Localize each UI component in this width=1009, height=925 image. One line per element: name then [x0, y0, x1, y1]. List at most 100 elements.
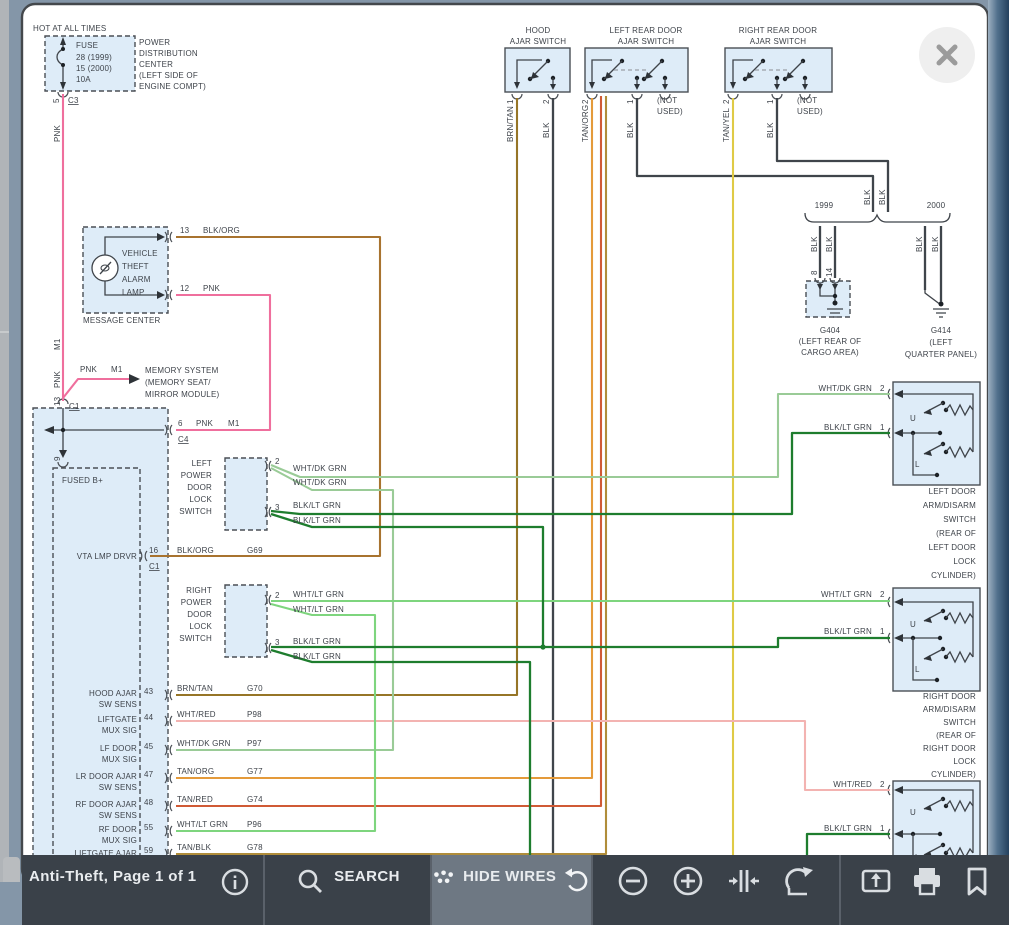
- svg-text:(MEMORY SEAT/: (MEMORY SEAT/: [145, 378, 211, 387]
- svg-text:DOOR: DOOR: [187, 483, 212, 492]
- svg-text:(NOT: (NOT: [797, 96, 817, 105]
- svg-text:1: 1: [506, 99, 515, 104]
- svg-text:BLK: BLK: [915, 236, 924, 252]
- svg-text:G70: G70: [247, 684, 263, 693]
- svg-text:BLK: BLK: [863, 189, 872, 205]
- svg-text:PNK: PNK: [53, 370, 62, 388]
- svg-text:U: U: [910, 620, 916, 629]
- svg-text:15 (2000): 15 (2000): [76, 64, 112, 73]
- svg-text:43: 43: [144, 687, 154, 696]
- zoom-out-icon[interactable]: [617, 864, 649, 898]
- svg-text:G414: G414: [931, 326, 952, 335]
- svg-text:TAN/BLK: TAN/BLK: [177, 843, 212, 852]
- zoom-controls: [593, 855, 839, 925]
- svg-text:C1: C1: [69, 402, 80, 411]
- svg-text:VEHICLE: VEHICLE: [122, 249, 158, 258]
- svg-text:RF DOOR AJAR: RF DOOR AJAR: [75, 800, 137, 809]
- svg-text:BLK/LT GRN: BLK/LT GRN: [293, 516, 341, 525]
- svg-text:16: 16: [149, 546, 159, 555]
- page-info-button[interactable]: Anti-Theft, Page 1 of 1: [22, 855, 263, 925]
- svg-text:(LEFT REAR OF: (LEFT REAR OF: [799, 337, 861, 346]
- wiring-diagram-viewer: { "toolbar": { "title": "Anti-Theft, Pag…: [0, 0, 1009, 882]
- svg-text:MUX SIG: MUX SIG: [102, 755, 137, 764]
- right-rear-door-ajar-switch: [725, 48, 832, 99]
- svg-text:PNK: PNK: [53, 124, 62, 142]
- page-title: Anti-Theft, Page 1 of 1: [29, 868, 197, 885]
- svg-text:RF DOOR: RF DOOR: [99, 825, 137, 834]
- svg-text:WHT/DK GRN: WHT/DK GRN: [818, 384, 872, 393]
- svg-text:1: 1: [880, 423, 885, 432]
- svg-text:SW SENS: SW SENS: [99, 700, 137, 709]
- bookmark-icon[interactable]: [962, 864, 992, 898]
- svg-text:WHT/LT GRN: WHT/LT GRN: [821, 590, 872, 599]
- search-button[interactable]: SEARCH: [265, 855, 430, 925]
- svg-text:LR DOOR AJAR: LR DOOR AJAR: [76, 772, 137, 781]
- svg-text:WHT/DK GRN: WHT/DK GRN: [293, 478, 347, 487]
- svg-text:BLK/ORG: BLK/ORG: [203, 226, 240, 235]
- svg-text:WHT/LT GRN: WHT/LT GRN: [293, 590, 344, 599]
- fit-width-icon[interactable]: [728, 864, 760, 898]
- svg-text:CENTER: CENTER: [139, 60, 173, 69]
- svg-text:WHT/RED: WHT/RED: [833, 780, 872, 789]
- svg-text:BRN/TAN: BRN/TAN: [177, 684, 213, 693]
- svg-text:P97: P97: [247, 739, 262, 748]
- svg-text:LOCK: LOCK: [953, 557, 976, 566]
- svg-text:ENGINE COMPT): ENGINE COMPT): [139, 82, 206, 91]
- svg-text:CARGO AREA): CARGO AREA): [801, 348, 859, 357]
- svg-text:HOOD AJAR: HOOD AJAR: [89, 689, 137, 698]
- bottom-toolbar: Anti-Theft, Page 1 of 1 SEARCH HIDE WIRE…: [22, 855, 1009, 925]
- svg-text:BLK/LT GRN: BLK/LT GRN: [293, 652, 341, 661]
- search-icon: [295, 864, 325, 896]
- svg-text:WHT/DK GRN: WHT/DK GRN: [177, 739, 231, 748]
- svg-text:WHT/LT GRN: WHT/LT GRN: [293, 605, 344, 614]
- hide-wires-label: HIDE WIRES: [463, 868, 556, 885]
- svg-text:BLK/LT GRN: BLK/LT GRN: [293, 501, 341, 510]
- svg-text:MESSAGE CENTER: MESSAGE CENTER: [83, 316, 161, 325]
- svg-text:2: 2: [880, 780, 885, 789]
- svg-text:RIGHT DOOR: RIGHT DOOR: [923, 692, 976, 701]
- left-power-door-lock-switch: [225, 458, 271, 530]
- svg-text:45: 45: [144, 742, 154, 751]
- svg-text:2: 2: [275, 591, 280, 600]
- svg-text:P96: P96: [247, 820, 262, 829]
- svg-text:PNK: PNK: [203, 284, 221, 293]
- svg-text:POWER: POWER: [181, 598, 212, 607]
- svg-text:LIFTGATE: LIFTGATE: [98, 715, 137, 724]
- svg-text:WHT/DK GRN: WHT/DK GRN: [293, 464, 347, 473]
- svg-text:AJAR SWITCH: AJAR SWITCH: [618, 37, 674, 46]
- bottom-left-tab[interactable]: [3, 857, 20, 882]
- undo-icon[interactable]: [564, 864, 591, 896]
- svg-text:8: 8: [810, 270, 819, 275]
- svg-text:G77: G77: [247, 767, 263, 776]
- diagram-canvas[interactable]: HOT AT ALL TIMES FUSE 28 (1999) 15 (2000…: [0, 0, 1009, 882]
- svg-text:WHT/LT GRN: WHT/LT GRN: [177, 820, 228, 829]
- svg-text:POWER: POWER: [181, 471, 212, 480]
- svg-text:BLK: BLK: [931, 236, 940, 252]
- svg-text:LOCK: LOCK: [189, 622, 212, 631]
- svg-text:MEMORY SYSTEM: MEMORY SYSTEM: [145, 366, 219, 375]
- svg-text:TAN/ORG: TAN/ORG: [177, 767, 214, 776]
- info-icon: [219, 864, 251, 896]
- svg-text:LEFT DOOR: LEFT DOOR: [929, 543, 976, 552]
- svg-text:QUARTER PANEL): QUARTER PANEL): [905, 350, 977, 359]
- svg-text:55: 55: [144, 823, 154, 832]
- svg-text:M1: M1: [53, 338, 62, 350]
- print-icon[interactable]: [910, 864, 944, 898]
- export-icon[interactable]: [859, 864, 893, 898]
- zoom-in-icon[interactable]: [672, 864, 704, 898]
- svg-text:47: 47: [144, 770, 154, 779]
- svg-text:HOT AT ALL TIMES: HOT AT ALL TIMES: [33, 24, 106, 33]
- svg-text:WHT/RED: WHT/RED: [177, 710, 216, 719]
- svg-text:DISTRIBUTION: DISTRIBUTION: [139, 49, 198, 58]
- svg-text:10A: 10A: [76, 75, 91, 84]
- svg-text:BRN/TAN: BRN/TAN: [506, 106, 515, 142]
- close-button[interactable]: [919, 27, 975, 83]
- svg-text:USED): USED): [797, 107, 823, 116]
- svg-text:L: L: [915, 665, 920, 674]
- svg-text:12: 12: [180, 284, 190, 293]
- svg-text:1: 1: [880, 824, 885, 833]
- x-icon: [932, 40, 962, 70]
- hide-wires-button[interactable]: HIDE WIRES: [432, 855, 591, 925]
- svg-text:BLK: BLK: [825, 236, 834, 252]
- rotate-icon[interactable]: [783, 864, 815, 898]
